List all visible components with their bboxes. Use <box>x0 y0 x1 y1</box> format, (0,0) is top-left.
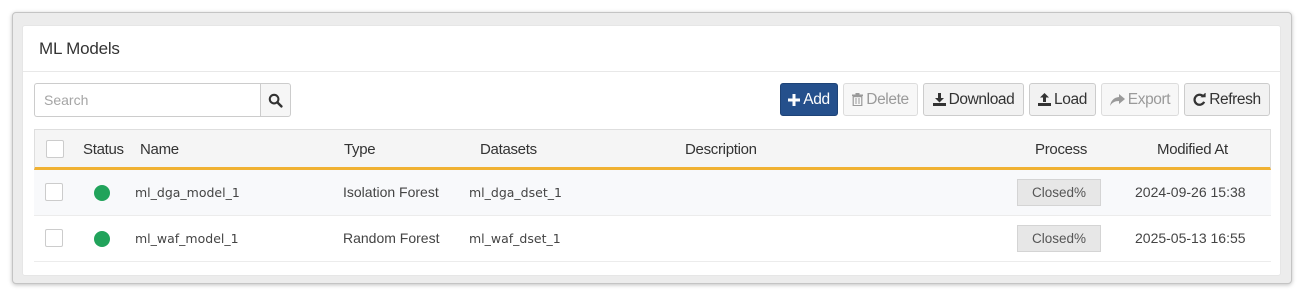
status-indicator <box>94 231 110 247</box>
search-input[interactable] <box>34 83 260 117</box>
panel-title: ML Models <box>39 38 120 58</box>
model-type: Random Forest <box>343 230 440 246</box>
download-icon <box>932 93 946 106</box>
trash-icon <box>852 93 864 106</box>
delete-button[interactable]: Delete <box>843 83 918 116</box>
row-checkbox[interactable] <box>45 183 63 201</box>
model-datasets: ml_waf_dset_1 <box>469 231 561 246</box>
delete-button-label: Delete <box>866 90 909 108</box>
modified-at: 2024-09-26 15:38 <box>1135 184 1246 200</box>
col-status[interactable]: Status <box>83 141 124 158</box>
row-checkbox[interactable] <box>45 229 63 247</box>
modified-at: 2025-05-13 16:55 <box>1135 230 1246 246</box>
search-group <box>34 83 291 117</box>
refresh-icon <box>1193 93 1206 106</box>
search-icon <box>268 93 283 108</box>
export-button[interactable]: Export <box>1101 83 1179 116</box>
upload-icon <box>1038 93 1052 106</box>
table-row[interactable]: ml_waf_model_1 Random Forest ml_waf_dset… <box>34 216 1271 262</box>
plus-icon <box>788 93 801 106</box>
ml-models-panel: ML Models Add Delete <box>22 25 1281 276</box>
model-datasets: ml_dga_dset_1 <box>469 185 562 200</box>
refresh-button-label: Refresh <box>1209 90 1261 108</box>
table-header: Status Name Type Datasets Description Pr… <box>34 129 1271 170</box>
share-arrow-icon <box>1109 93 1125 106</box>
table-row[interactable]: ml_dga_model_1 Isolation Forest ml_dga_d… <box>34 170 1271 216</box>
model-name[interactable]: ml_waf_model_1 <box>135 231 239 246</box>
models-table: Status Name Type Datasets Description Pr… <box>34 129 1271 264</box>
add-button-label: Add <box>803 90 830 108</box>
status-indicator <box>94 185 110 201</box>
add-button[interactable]: Add <box>780 83 838 116</box>
search-button[interactable] <box>260 83 291 117</box>
select-all-checkbox[interactable] <box>46 140 64 158</box>
col-datasets[interactable]: Datasets <box>480 141 537 158</box>
export-button-label: Export <box>1127 90 1171 108</box>
col-process[interactable]: Process <box>1035 141 1087 158</box>
process-progress: Closed% <box>1017 179 1101 206</box>
download-button-label: Download <box>948 90 1015 108</box>
col-type[interactable]: Type <box>344 141 376 158</box>
refresh-button[interactable]: Refresh <box>1184 83 1270 116</box>
process-progress: Closed% <box>1017 225 1101 252</box>
download-button[interactable]: Download <box>923 83 1024 116</box>
process-label: Closed% <box>1031 231 1087 246</box>
model-type: Isolation Forest <box>343 184 439 200</box>
col-name[interactable]: Name <box>140 141 179 158</box>
load-button-label: Load <box>1054 90 1087 108</box>
col-modified-at[interactable]: Modified At <box>1157 141 1228 158</box>
process-label: Closed% <box>1031 185 1087 200</box>
load-button[interactable]: Load <box>1029 83 1096 116</box>
model-name[interactable]: ml_dga_model_1 <box>135 185 240 200</box>
col-description[interactable]: Description <box>685 141 757 158</box>
panel-header: ML Models <box>23 26 1280 72</box>
